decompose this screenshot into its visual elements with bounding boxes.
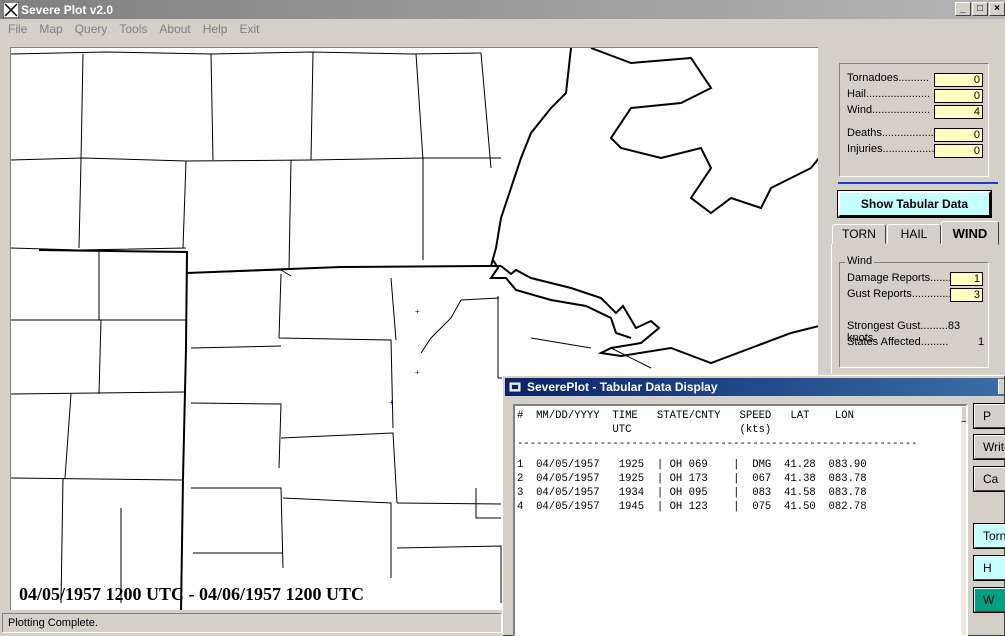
menu-bar: File Map Query Tools About Help Exit [0,20,1005,38]
scroll-up-icon[interactable]: ▲ [961,406,966,422]
tabular-data-window: SeverePlot - Tabular Data Display # MM/D… [502,375,1005,636]
deaths-label: Deaths................. [847,127,934,139]
table-row: 4 04/05/1957 1945 | OH 123 | 075 41.50 0… [517,501,867,513]
cancel-button[interactable]: Ca [973,466,1005,492]
wind-count: 4 [934,105,983,119]
menu-query[interactable]: Query [69,22,114,36]
tabular-window-title: SeverePlot - Tabular Data Display [527,380,718,394]
hail-button[interactable]: H [973,555,1005,581]
minimize-icon[interactable]: _ [955,2,971,16]
map-date-range: 04/05/1957 1200 UTC - 04/06/1957 1200 UT… [19,584,365,604]
hail-count: 0 [934,89,983,103]
status-bar: Plotting Complete. [2,613,502,633]
injuries-label: Injuries................. [847,143,935,155]
wind-group-title: Wind [845,255,875,267]
table-row: 2 04/05/1957 1925 | OH 173 | 067 41.38 0… [517,473,867,485]
svg-text:+: + [389,398,394,407]
menu-file[interactable]: File [0,22,33,36]
menu-exit[interactable]: Exit [233,22,265,36]
table-row: 1 04/05/1957 1925 | OH 069 | DMG 41.28 0… [517,459,867,471]
table-divider: ----------------------------------------… [517,438,918,450]
menu-map[interactable]: Map [33,22,68,36]
vertical-scrollbar[interactable]: ▲ [961,406,966,635]
states-affected-value: 1 [978,336,985,348]
tab-hail[interactable]: HAIL [887,224,941,244]
window-title: Severe Plot v2.0 [21,2,114,17]
wind-label: Wind................... [847,104,931,116]
close-icon[interactable]: × [989,2,1005,16]
table-window-icon [509,382,521,392]
tornadoes-count: 0 [934,73,983,87]
menu-help[interactable]: Help [197,22,234,36]
table-row: 3 04/05/1957 1934 | OH 095 | 083 41.58 0… [517,487,867,499]
title-bar: Severe Plot v2.0 _ □ × [0,0,1005,19]
states-affected-label: States Affected......... [847,336,949,348]
write-button[interactable]: Write [973,434,1005,460]
torn-button[interactable]: Torn [973,523,1005,549]
svg-text:+: + [415,307,420,316]
tabular-close-icon[interactable] [998,379,1004,394]
table-header-2: UTC (kts) [517,424,772,436]
menu-about[interactable]: About [153,22,196,36]
gust-reports-count: 3 [950,288,983,302]
svg-text:+: + [415,368,420,377]
tornadoes-label: Tornadoes.......... [847,72,929,84]
wind-button[interactable]: W [973,587,1005,613]
tab-wind[interactable]: WIND [941,221,999,245]
deaths-count: 0 [934,128,983,142]
divider-line [838,182,998,184]
maximize-icon[interactable]: □ [972,2,988,16]
hail-label: Hail..................... [847,88,931,100]
tabular-window-title-bar[interactable]: SeverePlot - Tabular Data Display [505,378,1004,396]
damage-reports-count: 1 [950,272,983,286]
app-icon [3,1,19,18]
tab-torn[interactable]: TORN [832,224,886,244]
show-tabular-data-button[interactable]: Show Tabular Data [837,190,992,218]
menu-tools[interactable]: Tools [113,22,153,36]
table-header-1: # MM/DD/YYYY TIME STATE/CNTY SPEED LAT L… [517,410,854,422]
gust-reports-label: Gust Reports............. [847,288,952,300]
print-button[interactable]: P [973,403,1005,429]
tabular-text-area[interactable]: # MM/DD/YYYY TIME STATE/CNTY SPEED LAT L… [513,404,968,636]
injuries-count: 0 [934,144,983,158]
window-controls: _ □ × [954,2,1005,16]
damage-reports-label: Damage Reports.......... [847,272,961,284]
